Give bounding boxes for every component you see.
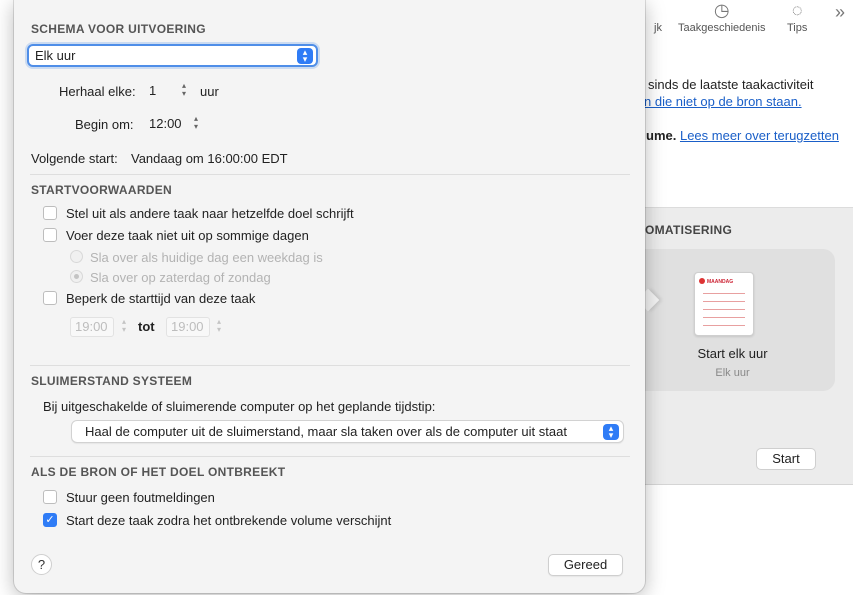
sleep-description: Bij uitgeschakelde of sluimerende comput… <box>43 399 436 414</box>
skip-weekend-label: Sla over op zaterdag of zondag <box>90 270 271 285</box>
repeat-field[interactable]: 1 <box>144 81 170 101</box>
no-errors-label: Stuur geen foutmeldingen <box>66 490 215 505</box>
to-time-field[interactable]: 19:00 <box>166 317 210 337</box>
chevron-double-right-icon: » <box>835 2 846 22</box>
toolbar-item-tips[interactable]: ◌ Tips <box>787 0 807 34</box>
done-button[interactable]: Gereed <box>548 554 623 576</box>
repeat-label: Herhaal elke: <box>59 84 136 99</box>
toolbar-label-info: jk <box>654 22 662 34</box>
begin-field[interactable]: 12:00 <box>144 114 186 134</box>
calendar-line <box>703 325 745 326</box>
schedule-select[interactable]: Elk uur ▴ ▾ <box>27 44 318 67</box>
toolbar-overflow[interactable]: » <box>835 2 845 24</box>
sleep-section-title: SLUIMERSTAND SYSTEEM <box>31 374 193 388</box>
calendar-line <box>703 301 745 302</box>
learn-more-link[interactable]: Lees meer over terugzetten <box>680 128 839 143</box>
to-label: tot <box>138 319 155 334</box>
bg-text-line3: ume. Lees meer over terugzetten <box>646 128 839 143</box>
sleep-select[interactable]: Haal de computer uit de sluimerstand, ma… <box>71 420 624 443</box>
repeat-stepper[interactable]: ▴ ▾ <box>179 82 189 100</box>
automation-title: Start elk uur <box>697 346 768 361</box>
skip-weekday-radio[interactable] <box>70 250 83 263</box>
defer-label: Stel uit als andere taak naar hetzelfde … <box>66 206 354 221</box>
begin-label: Begin om: <box>75 117 134 132</box>
next-start-value: Vandaag om 16:00:00 EDT <box>131 151 288 166</box>
limit-time-label: Beperk de starttijd van deze taak <box>66 291 256 306</box>
divider <box>30 456 630 457</box>
bg-link-line2[interactable]: n die niet op de bron staan. <box>644 94 802 109</box>
calendar-icon: MAANDAG <box>694 272 754 336</box>
start-on-volume-checkbox[interactable]: ✓ <box>43 513 57 527</box>
help-button[interactable]: ? <box>31 554 52 575</box>
toolbar-item-info[interactable]: jk <box>654 0 662 34</box>
divider <box>30 174 630 175</box>
toolbar-label-history: Taakgeschiedenis <box>678 22 766 34</box>
toolbar-item-history[interactable]: ◷ Taakgeschiedenis <box>678 0 765 34</box>
clock-icon: ◷ <box>713 0 730 20</box>
begin-stepper[interactable]: ▴ ▾ <box>191 115 201 133</box>
skip-days-checkbox[interactable] <box>43 228 57 242</box>
chevron-updown-icon: ▴ ▾ <box>603 424 619 440</box>
sleep-select-value: Haal de computer uit de sluimerstand, ma… <box>85 424 567 439</box>
next-start-label: Volgende start: <box>31 151 118 166</box>
missing-section-title: ALS DE BRON OF HET DOEL ONTBREEKT <box>31 465 286 479</box>
start-button[interactable]: Start <box>756 448 816 470</box>
schedule-select-value: Elk uur <box>35 48 76 63</box>
start-on-volume-label: Start deze taak zodra het ontbrekende vo… <box>66 513 392 528</box>
automation-heading: OMATISERING <box>645 223 733 237</box>
calendar-dot <box>699 278 705 284</box>
automation-subtitle: Elk uur <box>715 367 750 379</box>
repeat-unit: uur <box>200 84 219 99</box>
schedule-section-title: SCHEMA VOOR UITVOERING <box>31 22 206 36</box>
to-time-stepper[interactable]: ▴ ▾ <box>214 318 224 336</box>
from-time-stepper[interactable]: ▴ ▾ <box>119 318 129 336</box>
chevron-updown-icon: ▴ ▾ <box>297 48 313 64</box>
bg-text-line3-prefix: ume. <box>646 128 677 143</box>
skip-weekend-radio[interactable] <box>70 270 83 283</box>
from-time-field[interactable]: 19:00 <box>70 317 114 337</box>
lightbulb-icon: ◌ <box>791 0 803 20</box>
calendar-line <box>703 317 745 318</box>
bg-text-line1: sinds de laatste taakactiviteit <box>648 77 814 92</box>
conditions-section-title: STARTVOORWAARDEN <box>31 183 173 197</box>
limit-time-checkbox[interactable] <box>43 291 57 305</box>
toolbar-label-tips: Tips <box>787 22 808 34</box>
skip-weekday-label: Sla over als huidige dag een weekdag is <box>90 250 323 265</box>
schedule-popover: SCHEMA VOOR UITVOERING Elk uur ▴ ▾ Herhaa… <box>14 0 645 593</box>
skip-days-label: Voer deze taak niet uit op sommige dagen <box>66 228 309 243</box>
defer-checkbox[interactable] <box>43 206 57 220</box>
calendar-line <box>703 293 745 294</box>
calendar-label: MAANDAG <box>707 279 734 285</box>
no-errors-checkbox[interactable] <box>43 490 57 504</box>
divider <box>30 365 630 366</box>
info-icon <box>654 0 662 22</box>
calendar-line <box>703 309 745 310</box>
